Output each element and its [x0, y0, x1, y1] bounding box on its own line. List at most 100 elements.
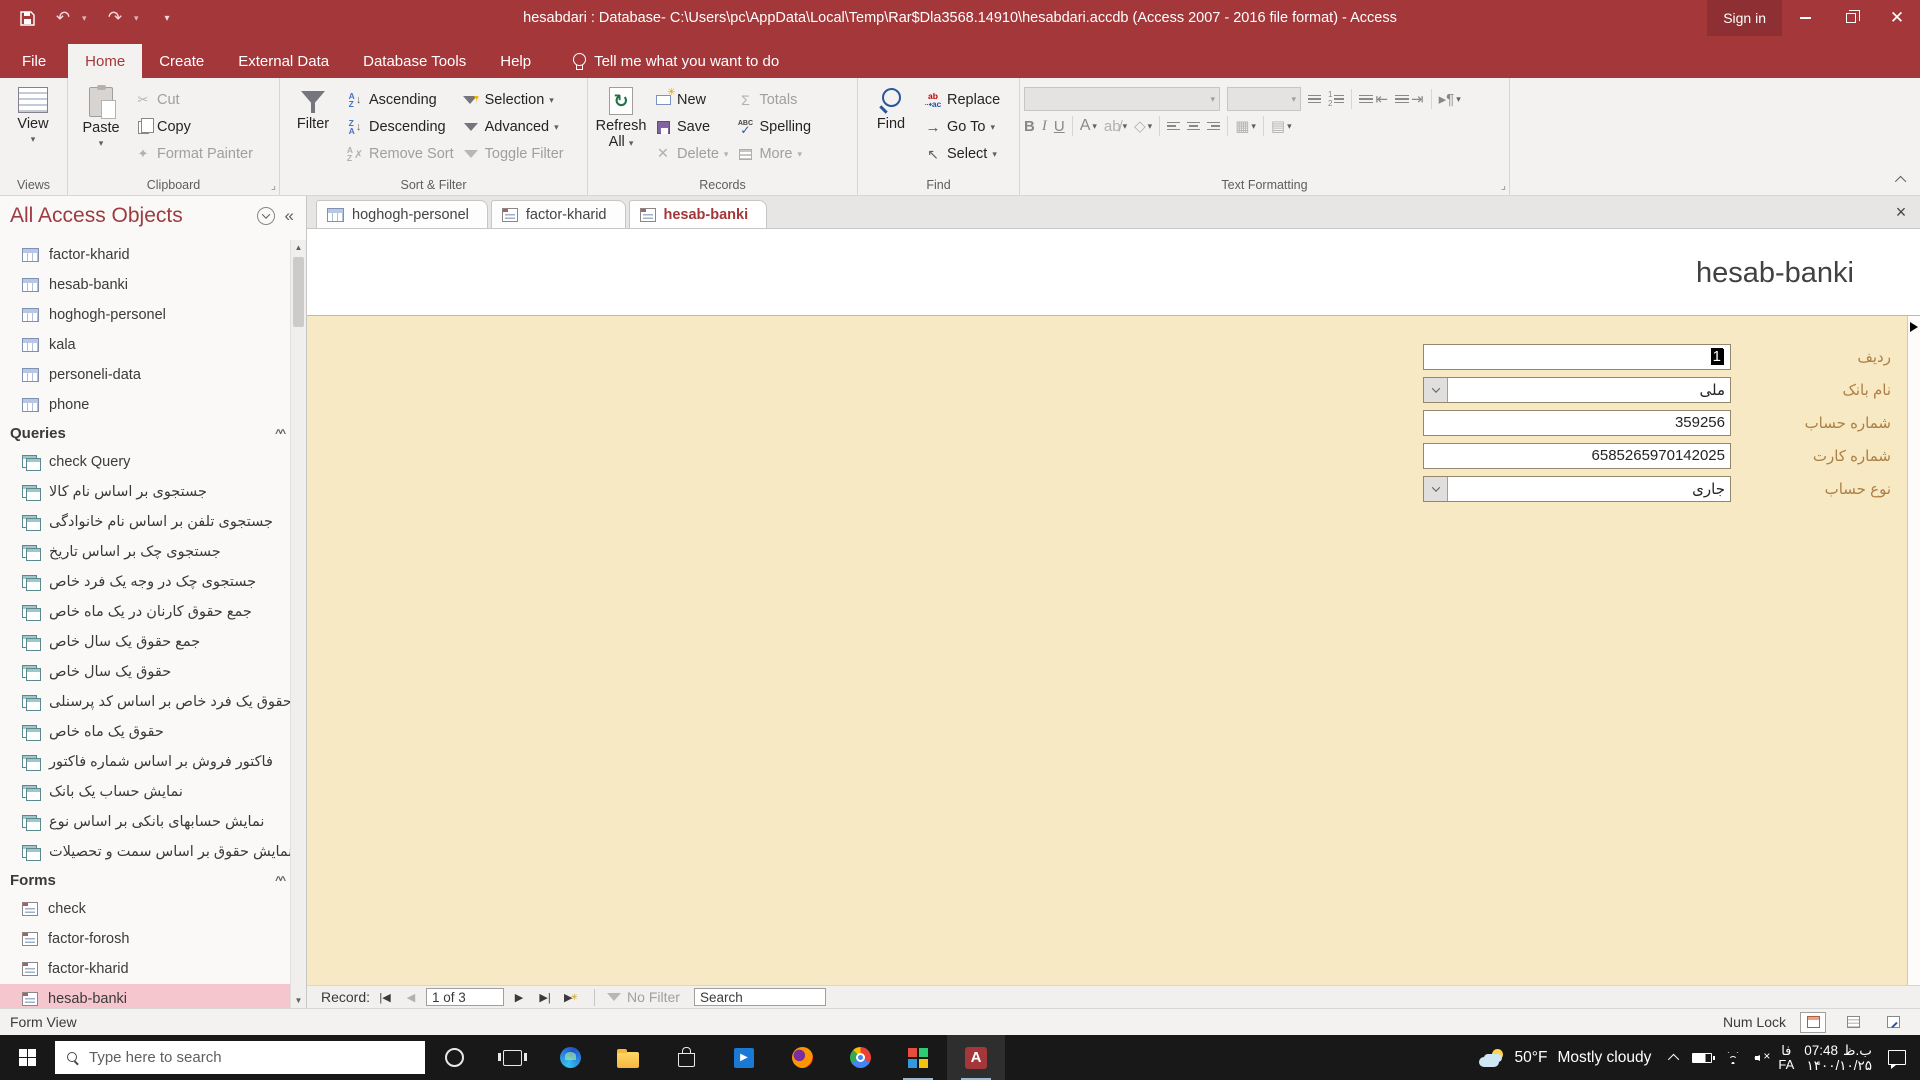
- tab-help[interactable]: Help: [483, 44, 548, 78]
- movies-tv-button[interactable]: ▶: [715, 1035, 773, 1080]
- text-direction-icon[interactable]: ▸¶ ▾: [1439, 90, 1461, 108]
- nav-form-check[interactable]: check: [0, 894, 290, 924]
- customize-qat-icon[interactable]: ▾: [150, 3, 184, 33]
- clock[interactable]: 07:48 ب.ظ ۱۴۰۰/۱۰/۲۵: [1794, 1043, 1882, 1073]
- chrome-button[interactable]: [831, 1035, 889, 1080]
- tab-external-data[interactable]: External Data: [221, 44, 346, 78]
- spelling-button[interactable]: ABC ✓ Spelling: [732, 115, 815, 139]
- doc-tab-hesab-banki[interactable]: hesab-banki: [628, 200, 768, 228]
- weather-widget[interactable]: 50°F Mostly cloudy: [1467, 1048, 1664, 1067]
- dialog-launcher-icon[interactable]: ⌟: [271, 179, 276, 192]
- doc-tab-factor-kharid[interactable]: factor-kharid: [490, 200, 626, 228]
- shutter-bar-close-icon[interactable]: «: [281, 206, 298, 226]
- doc-tab-hoghogh-personel[interactable]: hoghogh-personel: [316, 200, 488, 228]
- bold-button[interactable]: B: [1024, 118, 1035, 135]
- highlight-icon[interactable]: ab̸ ▾: [1104, 118, 1127, 135]
- nav-table-personeli-data[interactable]: personeli-data: [0, 360, 290, 390]
- alternate-row-color-icon[interactable]: ▤ ▾: [1271, 117, 1292, 135]
- scroll-down-icon[interactable]: ▼: [291, 993, 306, 1008]
- tab-home[interactable]: Home: [68, 44, 143, 78]
- nav-table-phone[interactable]: phone: [0, 390, 290, 420]
- record-position[interactable]: 1 of 3: [426, 988, 505, 1006]
- collapse-ribbon-button[interactable]: [1892, 171, 1912, 189]
- undo-caret-icon[interactable]: ▾: [82, 13, 96, 24]
- nav-query-item[interactable]: جستجوی بر اساس نام کالا: [0, 477, 290, 507]
- align-center-icon[interactable]: [1187, 121, 1201, 131]
- align-left-icon[interactable]: [1167, 121, 1181, 131]
- paste-button[interactable]: Paste ▾: [72, 84, 130, 148]
- select-button[interactable]: ↖ Select ▾: [920, 142, 1004, 166]
- hidden-icons-chevron[interactable]: [1668, 1053, 1680, 1065]
- ascending-button[interactable]: A Z ↓ Ascending: [342, 88, 458, 112]
- advanced-button[interactable]: Advanced ▾: [458, 115, 568, 139]
- increase-indent-icon[interactable]: ⇥: [1395, 90, 1424, 108]
- nav-query-item[interactable]: جمع حقوق یک سال خاص: [0, 627, 290, 657]
- combo-dropdown-icon[interactable]: [1424, 377, 1448, 402]
- redo-caret-icon[interactable]: ▾: [134, 13, 148, 24]
- nav-query-item[interactable]: حقوق یک فرد خاص بر اساس کد پرسنلی: [0, 687, 292, 717]
- remove-sort-button[interactable]: A Z ✗ Remove Sort: [342, 142, 458, 166]
- italic-button[interactable]: I: [1042, 118, 1047, 135]
- field-account-number-input[interactable]: 359256: [1423, 409, 1731, 436]
- nav-form-factor-forosh[interactable]: factor-forosh: [0, 924, 290, 954]
- nav-section-queries[interactable]: Queries ^^: [0, 420, 290, 447]
- delete-record-button[interactable]: ✕ Delete ▾: [650, 142, 732, 166]
- nav-query-item[interactable]: نمایش حسابهای بانکی بر اساس نوع: [0, 807, 290, 837]
- nav-query-item[interactable]: فاکتور فروش بر اساس شماره فاکتور: [0, 747, 290, 777]
- combo-dropdown-icon[interactable]: [1424, 476, 1448, 501]
- design-view-button[interactable]: [1880, 1012, 1906, 1033]
- access-taskbar-button[interactable]: A: [947, 1035, 1005, 1080]
- nav-query-item[interactable]: check Query: [0, 447, 290, 477]
- dialog-launcher-icon[interactable]: ⌟: [1501, 179, 1506, 192]
- selection-button[interactable]: Selection ▾: [458, 88, 568, 112]
- copy-button[interactable]: Copy: [130, 115, 257, 139]
- nav-table-factor-kharid[interactable]: factor-kharid: [0, 240, 290, 270]
- refresh-all-button[interactable]: ↻ Refresh All ▾: [592, 84, 650, 150]
- nav-query-item[interactable]: حقوق یک ماه خاص: [0, 717, 290, 747]
- decrease-indent-icon[interactable]: ⇤: [1359, 90, 1388, 108]
- nav-table-kala[interactable]: kala: [0, 330, 290, 360]
- collapse-section-icon[interactable]: ^^: [275, 428, 286, 440]
- scroll-up-icon[interactable]: ▲: [291, 240, 306, 255]
- align-right-icon[interactable]: [1207, 121, 1221, 131]
- previous-record-icon[interactable]: ◀: [400, 988, 422, 1007]
- nav-section-forms[interactable]: Forms ^^: [0, 867, 290, 894]
- toggle-filter-button[interactable]: Toggle Filter: [458, 142, 568, 166]
- close-button[interactable]: ✕: [1874, 0, 1920, 36]
- more-button[interactable]: More ▾: [732, 142, 815, 166]
- cut-button[interactable]: ✂ Cut: [130, 88, 257, 112]
- nav-menu-chevron-icon[interactable]: [256, 207, 275, 225]
- collapse-section-icon[interactable]: ^^: [275, 875, 286, 887]
- no-filter-indicator[interactable]: No Filter: [607, 989, 680, 1005]
- field-radif-input[interactable]: 1: [1423, 343, 1731, 370]
- sign-in-button[interactable]: Sign in: [1707, 0, 1782, 36]
- new-record-button[interactable]: New: [650, 87, 732, 112]
- nav-scrollbar[interactable]: ▲ ▼: [290, 240, 306, 1008]
- tab-file[interactable]: File: [0, 44, 68, 78]
- fill-color-icon[interactable]: ◇ ▾: [1134, 117, 1152, 135]
- bullets-icon[interactable]: [1308, 94, 1321, 104]
- new-blank-record-icon[interactable]: ▶ ✳: [560, 988, 582, 1007]
- save-icon[interactable]: [10, 3, 44, 33]
- next-record-icon[interactable]: ▶: [508, 988, 530, 1007]
- action-center-icon[interactable]: [1888, 1050, 1906, 1069]
- gridlines-icon[interactable]: ▦ ▾: [1235, 117, 1256, 135]
- replace-button[interactable]: ab ⇢ac Replace: [920, 88, 1004, 112]
- tab-create[interactable]: Create: [142, 44, 221, 78]
- nav-form-factor-kharid[interactable]: factor-kharid: [0, 954, 290, 984]
- nav-query-item[interactable]: نمایش حساب یک بانک: [0, 777, 290, 807]
- datasheet-view-button[interactable]: [1840, 1012, 1866, 1033]
- go-to-button[interactable]: → Go To ▾: [920, 115, 1004, 139]
- nav-table-hoghogh-personel[interactable]: hoghogh-personel: [0, 300, 290, 330]
- minimize-button[interactable]: [1782, 0, 1828, 36]
- last-record-icon[interactable]: ▶|: [534, 988, 556, 1007]
- volume-muted-icon[interactable]: [1754, 1049, 1770, 1064]
- cortana-button[interactable]: [425, 1035, 483, 1080]
- totals-button[interactable]: Σ Totals: [732, 88, 815, 112]
- nav-query-item[interactable]: حقوق یک سال خاص: [0, 657, 290, 687]
- nav-query-item[interactable]: نمایش حقوق بر اساس سمت و تحصیلات: [0, 837, 292, 867]
- numbering-icon[interactable]: 12: [1328, 90, 1345, 108]
- restore-button[interactable]: [1828, 0, 1874, 36]
- tab-database-tools[interactable]: Database Tools: [346, 44, 483, 78]
- field-bank-name-combo[interactable]: ملی: [1423, 376, 1731, 403]
